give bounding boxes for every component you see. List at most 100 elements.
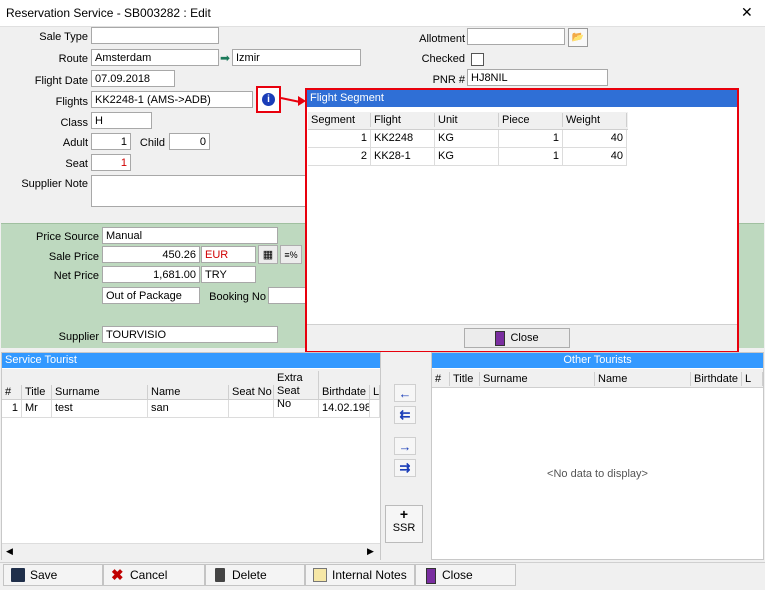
plus-icon: +: [399, 506, 409, 522]
flight-date-input[interactable]: 07.09.2018: [91, 70, 175, 87]
horizontal-scrollbar[interactable]: ◀ ▶: [2, 543, 380, 560]
unit-cell: KG: [435, 130, 499, 148]
service-tourist-title-bar: Service Tourist: [2, 353, 380, 368]
seat-input[interactable]: 1: [91, 154, 131, 171]
route-from-input[interactable]: Amsterdam: [91, 49, 219, 66]
checked-checkbox[interactable]: [471, 53, 484, 66]
allotment-input[interactable]: [467, 28, 565, 45]
column-header[interactable]: Seat No: [229, 385, 274, 399]
calculator-icon: ▦: [262, 249, 274, 261]
table-row[interactable]: 1 KK2248 KG 1 40: [308, 130, 628, 148]
column-header[interactable]: Piece: [499, 113, 563, 127]
table-row[interactable]: 2 KK28-1 KG 1 40: [308, 148, 628, 166]
column-header[interactable]: Name: [595, 372, 691, 386]
flight-cell: KK2248: [371, 130, 435, 148]
birthdate-cell: 14.02.198: [319, 400, 370, 418]
route-label: Route: [58, 53, 88, 65]
price-source-input[interactable]: Manual: [102, 227, 278, 244]
class-label: Class: [60, 117, 88, 129]
window-close-button[interactable]: ✕: [741, 4, 753, 21]
move-all-left-button[interactable]: ⇇: [394, 406, 416, 424]
scroll-left-icon[interactable]: ◀: [6, 546, 13, 557]
column-header[interactable]: Title: [22, 385, 52, 399]
adult-label: Adult: [62, 137, 88, 149]
title-cell: Mr: [22, 400, 52, 418]
save-label: Save: [30, 568, 58, 582]
column-header[interactable]: L: [370, 385, 380, 399]
folder-icon: 📂: [571, 32, 585, 43]
column-header[interactable]: #: [432, 372, 450, 386]
sale-price-input[interactable]: 450.26: [102, 246, 200, 263]
table-row[interactable]: 1 Mr test san 14.02.198: [2, 400, 380, 418]
supplier-input[interactable]: TOURVISIO: [102, 326, 278, 343]
num-cell: 1: [2, 400, 22, 418]
cancel-icon: ✖: [111, 567, 124, 584]
scroll-right-icon[interactable]: ▶: [367, 546, 374, 557]
supplier-note-input[interactable]: [91, 175, 306, 207]
column-header[interactable]: Flight: [371, 113, 435, 127]
flights-input[interactable]: KK2248-1 (AMS->ADB): [91, 91, 253, 108]
child-input[interactable]: 0: [169, 133, 210, 150]
net-currency-input[interactable]: TRY: [201, 266, 256, 283]
flight-cell: KK28-1: [371, 148, 435, 166]
package-input[interactable]: Out of Package: [102, 287, 200, 304]
delete-label: Delete: [232, 568, 267, 582]
unit-cell: KG: [435, 148, 499, 166]
delete-button[interactable]: Delete: [205, 564, 305, 586]
door-icon: [495, 330, 506, 346]
percent-icon: ≡%: [284, 249, 298, 260]
column-header[interactable]: Title: [450, 372, 480, 386]
save-button[interactable]: Save: [3, 564, 103, 586]
pnr-input[interactable]: HJ8NIL: [467, 69, 608, 86]
name-cell: san: [148, 400, 229, 418]
column-header[interactable]: Surname: [480, 372, 595, 386]
sale-currency-input[interactable]: EUR: [201, 246, 256, 263]
info-icon: i: [262, 93, 275, 106]
move-left-button[interactable]: ←: [394, 384, 416, 402]
allotment-lookup-button[interactable]: 📂: [568, 28, 588, 47]
net-price-input[interactable]: 1,681.00: [102, 266, 200, 283]
save-icon: [11, 568, 25, 582]
sale-price-label: Sale Price: [48, 251, 99, 263]
internal-notes-button[interactable]: Internal Notes: [305, 564, 415, 586]
column-header[interactable]: Birthdate: [319, 385, 370, 399]
flight-segment-header: Segment Flight Unit Piece Weight: [308, 112, 628, 130]
flight-segment-close-button[interactable]: Close: [464, 328, 570, 348]
internal-notes-label: Internal Notes: [332, 568, 407, 582]
pnr-label: PNR #: [432, 74, 465, 86]
ssr-label: SSR: [392, 522, 416, 534]
close-label: Close: [442, 568, 473, 582]
column-header[interactable]: L: [742, 372, 763, 386]
cancel-button[interactable]: ✖ Cancel: [103, 564, 205, 586]
other-tourists-title: Other Tourists: [563, 354, 632, 366]
class-input[interactable]: H: [91, 112, 152, 129]
checked-label: Checked: [421, 53, 465, 65]
notes-icon: [313, 568, 327, 582]
close-button[interactable]: Close: [415, 564, 516, 586]
l-cell: [370, 400, 380, 418]
flight-info-button[interactable]: i: [256, 86, 281, 113]
price-source-label: Price Source: [36, 231, 99, 243]
booking-no-input[interactable]: [268, 287, 308, 304]
move-all-right-button[interactable]: ⇉: [394, 459, 416, 477]
column-header[interactable]: Weight: [563, 113, 627, 127]
ssr-button[interactable]: + SSR: [385, 505, 423, 543]
trash-icon: [215, 568, 225, 582]
sale-type-input[interactable]: [91, 27, 219, 44]
other-tourists-title-bar: Other Tourists: [432, 353, 763, 368]
column-header[interactable]: Surname: [52, 385, 148, 399]
supplier-label: Supplier: [58, 331, 99, 343]
column-header[interactable]: Birthdate: [691, 372, 742, 386]
flight-segment-title: Flight Segment: [310, 92, 384, 104]
allotment-label: Allotment: [419, 33, 465, 45]
percent-button[interactable]: ≡%: [280, 245, 302, 264]
column-header[interactable]: Unit: [435, 113, 499, 127]
column-header[interactable]: #: [2, 385, 22, 399]
adult-input[interactable]: 1: [91, 133, 131, 150]
column-header[interactable]: Name: [148, 385, 229, 399]
route-to-input[interactable]: Izmir: [232, 49, 361, 66]
move-right-button[interactable]: →: [394, 437, 416, 455]
column-header[interactable]: Segment: [308, 113, 371, 127]
calculator-button[interactable]: ▦: [258, 245, 278, 264]
booking-no-label: Booking No: [209, 291, 266, 303]
